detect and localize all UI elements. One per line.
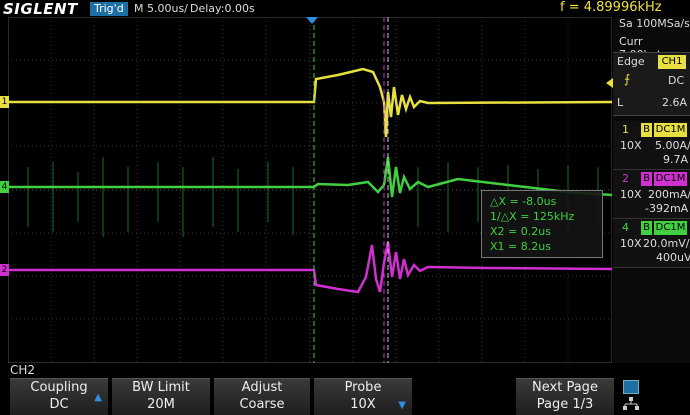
down-arrow-icon: ▼ [398,400,406,411]
trigger-source: CH1 [658,55,686,69]
ch4-probe: 10X [620,237,642,250]
coupling-label: Coupling [30,380,88,395]
ch2-scale: 200mA/ [648,188,690,201]
menu-title: CH2 [10,363,36,377]
bw-limit-value: 20M [147,397,175,412]
ch1-coupling: DC1M [654,123,687,137]
trigger-type: Edge [617,55,645,68]
next-page-softkey[interactable]: Next Page Page 1/3 [516,378,614,415]
ch2-number: 2 [622,172,629,185]
ch4-coupling: DC1M [654,221,687,235]
ch1-number: 1 [622,123,629,136]
frequency-readout: f = 4.89996kHz [560,0,662,15]
usb-storage-icon [623,380,639,394]
ch1-probe: 10X [620,139,642,152]
trigger-level: 2.6A [662,96,688,109]
bw-limit-label: BW Limit [132,380,190,395]
ch2-level-marker[interactable]: 2 [0,264,9,276]
ch4-number: 4 [622,221,629,234]
delay-readout: Delay:0.00s [190,2,255,15]
trigger-coupling: DC [668,74,685,87]
adjust-softkey[interactable]: Adjust Coarse [214,378,310,415]
probe-softkey[interactable]: Probe 10X ▼ [314,378,412,415]
ch1-bw-icon: B [641,123,652,137]
probe-value: 10X [350,397,376,412]
cursor-x2-value: X2 = 0.2us [490,225,551,238]
probe-label: Probe [344,380,382,395]
ch1-scale: 5.00A/ [655,139,690,152]
up-arrow-icon: ▲ [94,392,102,403]
next-page-value: Page 1/3 [536,397,594,412]
adjust-label: Adjust [241,380,283,395]
ch4-level-marker[interactable]: 4 [0,181,9,193]
cursor-inv-dx: 1/△X = 125kHz [490,210,575,223]
ch2-probe: 10X [620,188,642,201]
trigger-level-marker[interactable] [606,78,613,88]
ch2-coupling: DC1M [654,172,687,186]
brand-logo: SIGLENT [3,0,78,18]
timebase-readout: M 5.00us/ [134,2,188,15]
ch4-scale: 20.0mV/ [643,237,690,250]
ch4-offset: 400uV [656,251,690,264]
next-page-label: Next Page [532,380,598,395]
sample-rate: Sa 100MSa/s [619,17,690,30]
coupling-softkey[interactable]: Coupling DC ▲ [10,378,108,415]
adjust-value: Coarse [239,397,285,412]
network-icon [623,396,639,410]
ch2-bw-icon: B [641,172,652,186]
trigger-level-label: L [617,96,624,109]
ch1-offset: 9.7A [663,153,689,166]
ch1-level-marker[interactable]: 1 [0,96,9,108]
bw-limit-softkey[interactable]: BW Limit 20M [112,378,210,415]
coupling-value: DC [49,397,69,412]
trigger-status-badge: Trig'd [90,2,128,16]
ch4-bw-icon: B [641,221,652,235]
cursor-x1-value: X1 = 8.2us [490,240,551,253]
rising-edge-icon: ⨍ [624,72,631,86]
ch2-offset: -392mA [645,202,689,215]
cursor-dx: △X = -8.0us [490,195,557,208]
cursor-readout: △X = -8.0us 1/△X = 125kHz X2 = 0.2us X1 … [481,190,603,258]
